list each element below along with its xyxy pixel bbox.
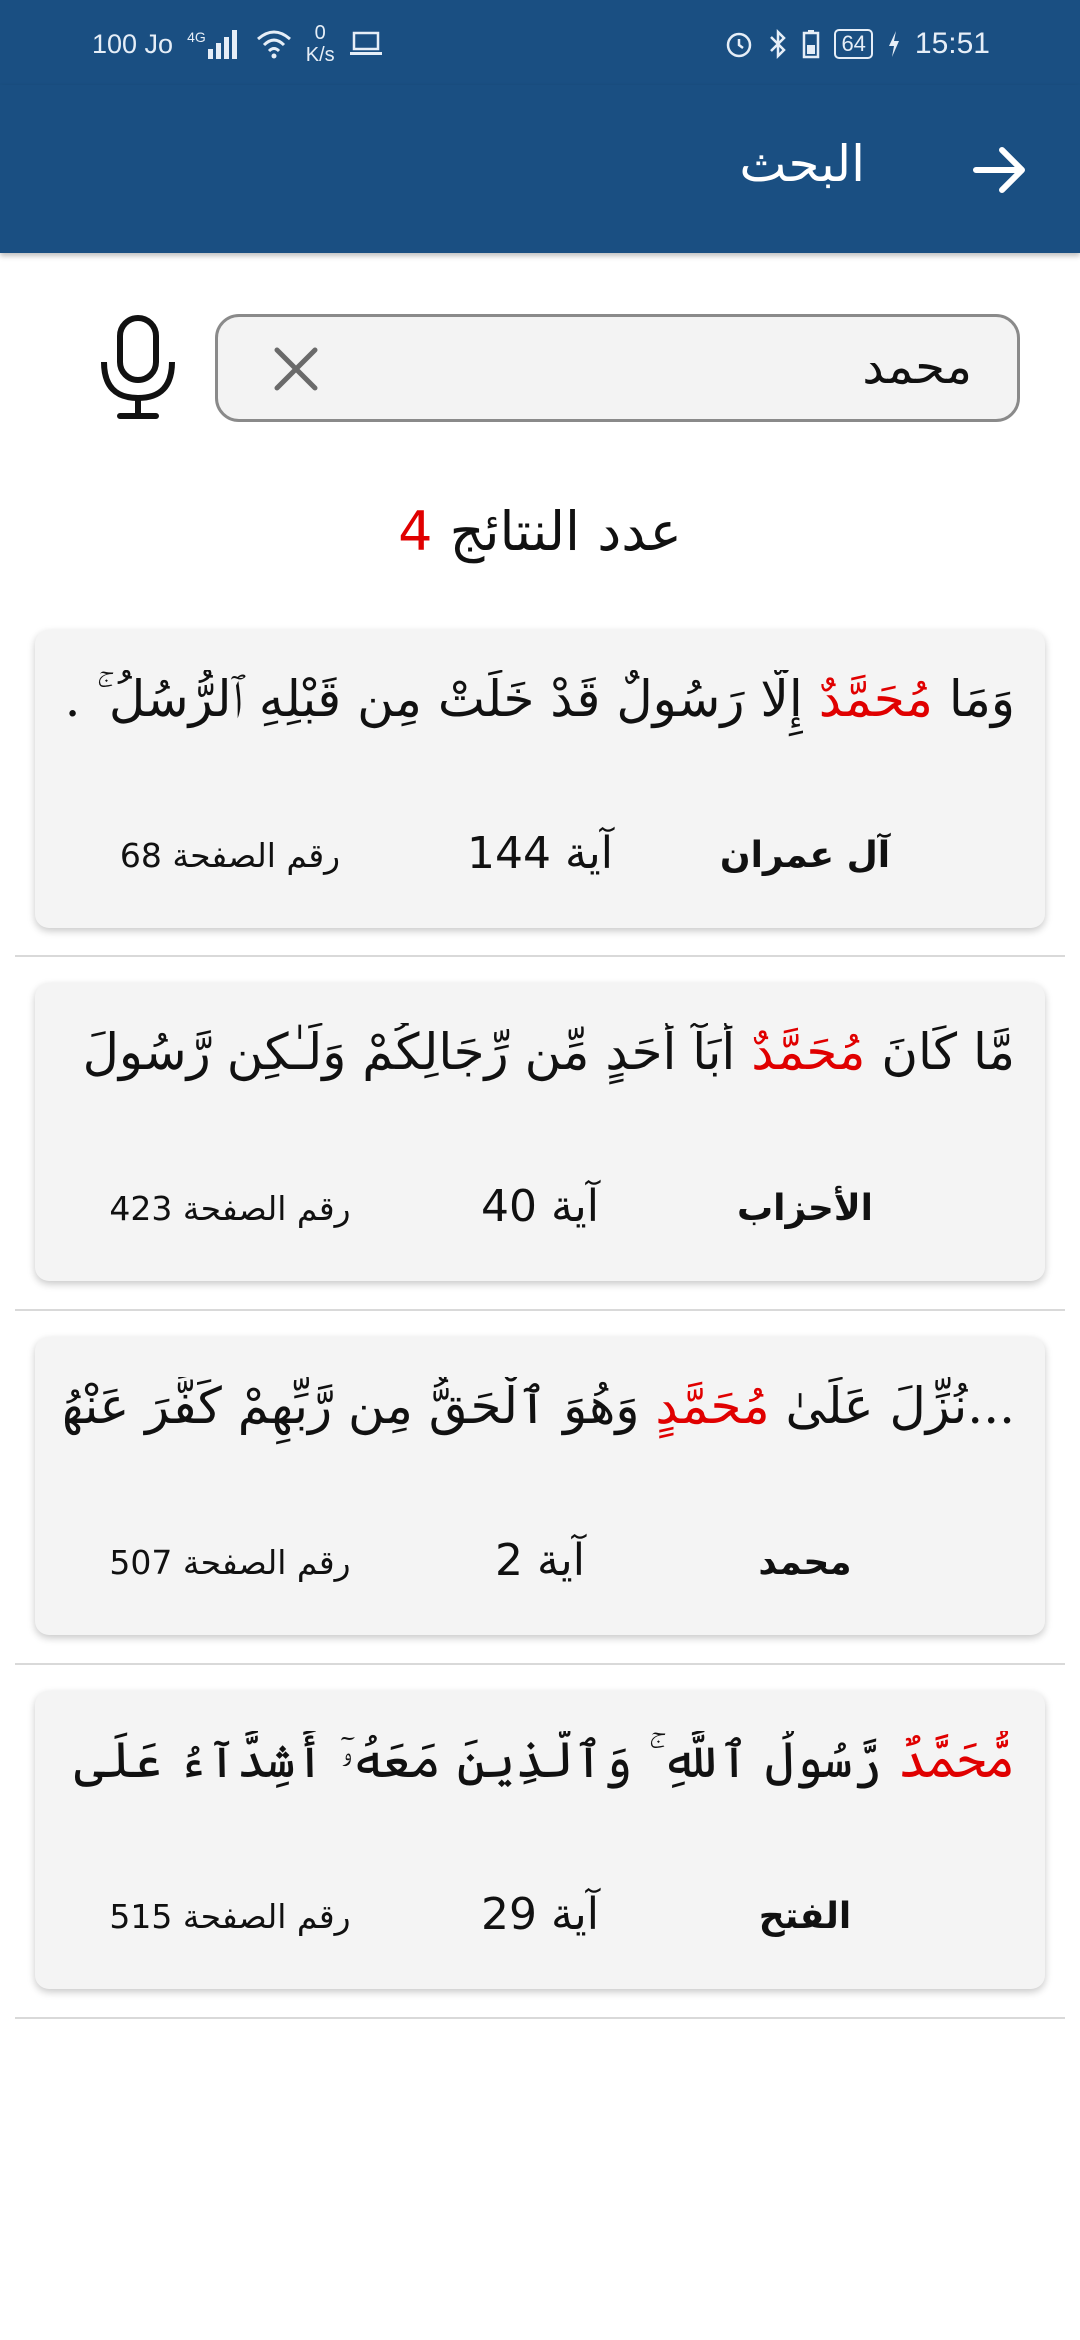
net-speed-unit: K/s <box>305 44 335 66</box>
page-number: رقم الصفحة 68 <box>119 836 341 875</box>
divider <box>15 1663 1065 1665</box>
divider <box>15 1309 1065 1311</box>
verse-text-after: وَهُوَ ٱلْحَقُّ مِن رَّبِّهِمْ كَفَّرَ ع… <box>65 1377 640 1435</box>
verse-match: مُحَمَّدٍ <box>655 1377 770 1435</box>
charging-icon <box>888 31 899 57</box>
verse-text: مَّا كَانَ مُحَمَّدٌ أَبَآ أَحَدٍ مِّن ر… <box>65 1023 1015 1123</box>
verse-text: ...نُزِّلَ عَلَىٰ مُحَمَّدٍ وَهُوَ ٱلْحَ… <box>65 1377 1015 1477</box>
net-speed-value: 0 <box>314 22 326 44</box>
status-right: 64 15:51 <box>724 22 990 66</box>
result-card[interactable]: مَّا كَانَ مُحَمَّدٌ أَبَآ أَحَدٍ مِّن ر… <box>35 983 1045 1281</box>
net-speed: 0 K/s <box>306 22 335 66</box>
verse-text-after: رَّسُولُ ٱللَّهِ ۚ وَٱلَّذِينَ مَعَهُۥٓ … <box>65 1731 882 1789</box>
signal-icon <box>207 30 237 59</box>
verse-text-after: أَبَآ أَحَدٍ مِّن رِّجَالِكُمْ وَلَـٰكِن… <box>65 1023 752 1081</box>
verse-text: وَمَا مُحَمَّدٌ إِلَّا رَسُولٌ قَدْ خَلَ… <box>65 670 1015 770</box>
search-input[interactable] <box>412 331 972 403</box>
alarm-icon <box>727 32 752 58</box>
surah-name: محمد <box>758 1542 852 1583</box>
bluetooth-icon <box>770 28 787 60</box>
clock: 15:51 <box>914 27 990 60</box>
search-box <box>215 314 1020 422</box>
results-count: عدد النتائج 4 <box>0 500 1080 580</box>
surah-name: الفتح <box>758 1896 852 1937</box>
result-card[interactable]: ...نُزِّلَ عَلَىٰ مُحَمَّدٍ وَهُوَ ٱلْحَ… <box>35 1337 1045 1635</box>
surah-name: آل عمران <box>719 835 891 876</box>
wifi-icon <box>256 30 291 59</box>
ayah-number: آية 29 <box>480 1889 600 1940</box>
verse-text-after: إِلَّا رَسُولٌ قَدْ خَلَتْ مِن قَبْلِهِ … <box>65 670 803 728</box>
page-number: رقم الصفحة 515 <box>109 1897 351 1936</box>
close-icon <box>274 347 318 391</box>
results-count-label: عدد النتائج <box>449 500 682 563</box>
carrier-label: 100 Jo <box>92 28 174 59</box>
verse-text-before: وَمَا <box>932 670 1015 728</box>
ayah-number: آية 2 <box>494 1535 586 1586</box>
voice-search-button[interactable] <box>90 312 186 424</box>
verse-text-before: مَّا كَانَ <box>865 1023 1015 1081</box>
page-title: البحث <box>739 135 865 193</box>
verse-text: مُّحَمَّدٌ رَّسُولُ ٱللَّهِ ۚ وَٱلَّذِين… <box>65 1731 1015 1831</box>
clear-search-button[interactable] <box>270 343 322 395</box>
network-type: 4G <box>187 29 242 59</box>
divider <box>15 955 1065 957</box>
verse-match: مُحَمَّدٌ <box>751 1023 866 1081</box>
page-number: رقم الصفحة 423 <box>109 1189 351 1228</box>
verse-match: مُّحَمَّدٌ <box>897 1731 1015 1789</box>
page-number: رقم الصفحة 507 <box>109 1543 351 1582</box>
arrow-right-icon <box>973 147 1025 193</box>
verse-text-before: ...نُزِّلَ عَلَىٰ <box>769 1377 1015 1435</box>
status-bar: 100 Jo 4G 0 K/s 64 15:51 <box>0 0 1080 85</box>
battery-saver-icon <box>803 30 820 59</box>
status-left: 100 Jo 4G 0 K/s <box>92 22 383 66</box>
ayah-number: آية 144 <box>466 828 614 879</box>
app-bar: البحث <box>0 85 1080 253</box>
surah-name: الأحزاب <box>736 1188 873 1229</box>
battery-level: 64 <box>834 29 873 59</box>
network-type-label: 4G <box>187 29 206 45</box>
result-card[interactable]: وَمَا مُحَمَّدٌ إِلَّا رَسُولٌ قَدْ خَلَ… <box>35 630 1045 928</box>
divider <box>15 2017 1065 2019</box>
laptop-icon <box>349 31 382 55</box>
ayah-number: آية 40 <box>480 1181 600 1232</box>
result-card[interactable]: مُّحَمَّدٌ رَّسُولُ ٱللَّهِ ۚ وَٱلَّذِين… <box>35 1691 1045 1989</box>
back-button[interactable] <box>970 140 1030 200</box>
verse-match: مُحَمَّدٌ <box>818 670 933 728</box>
microphone-icon <box>101 315 175 419</box>
results-count-number: 4 <box>398 500 433 563</box>
